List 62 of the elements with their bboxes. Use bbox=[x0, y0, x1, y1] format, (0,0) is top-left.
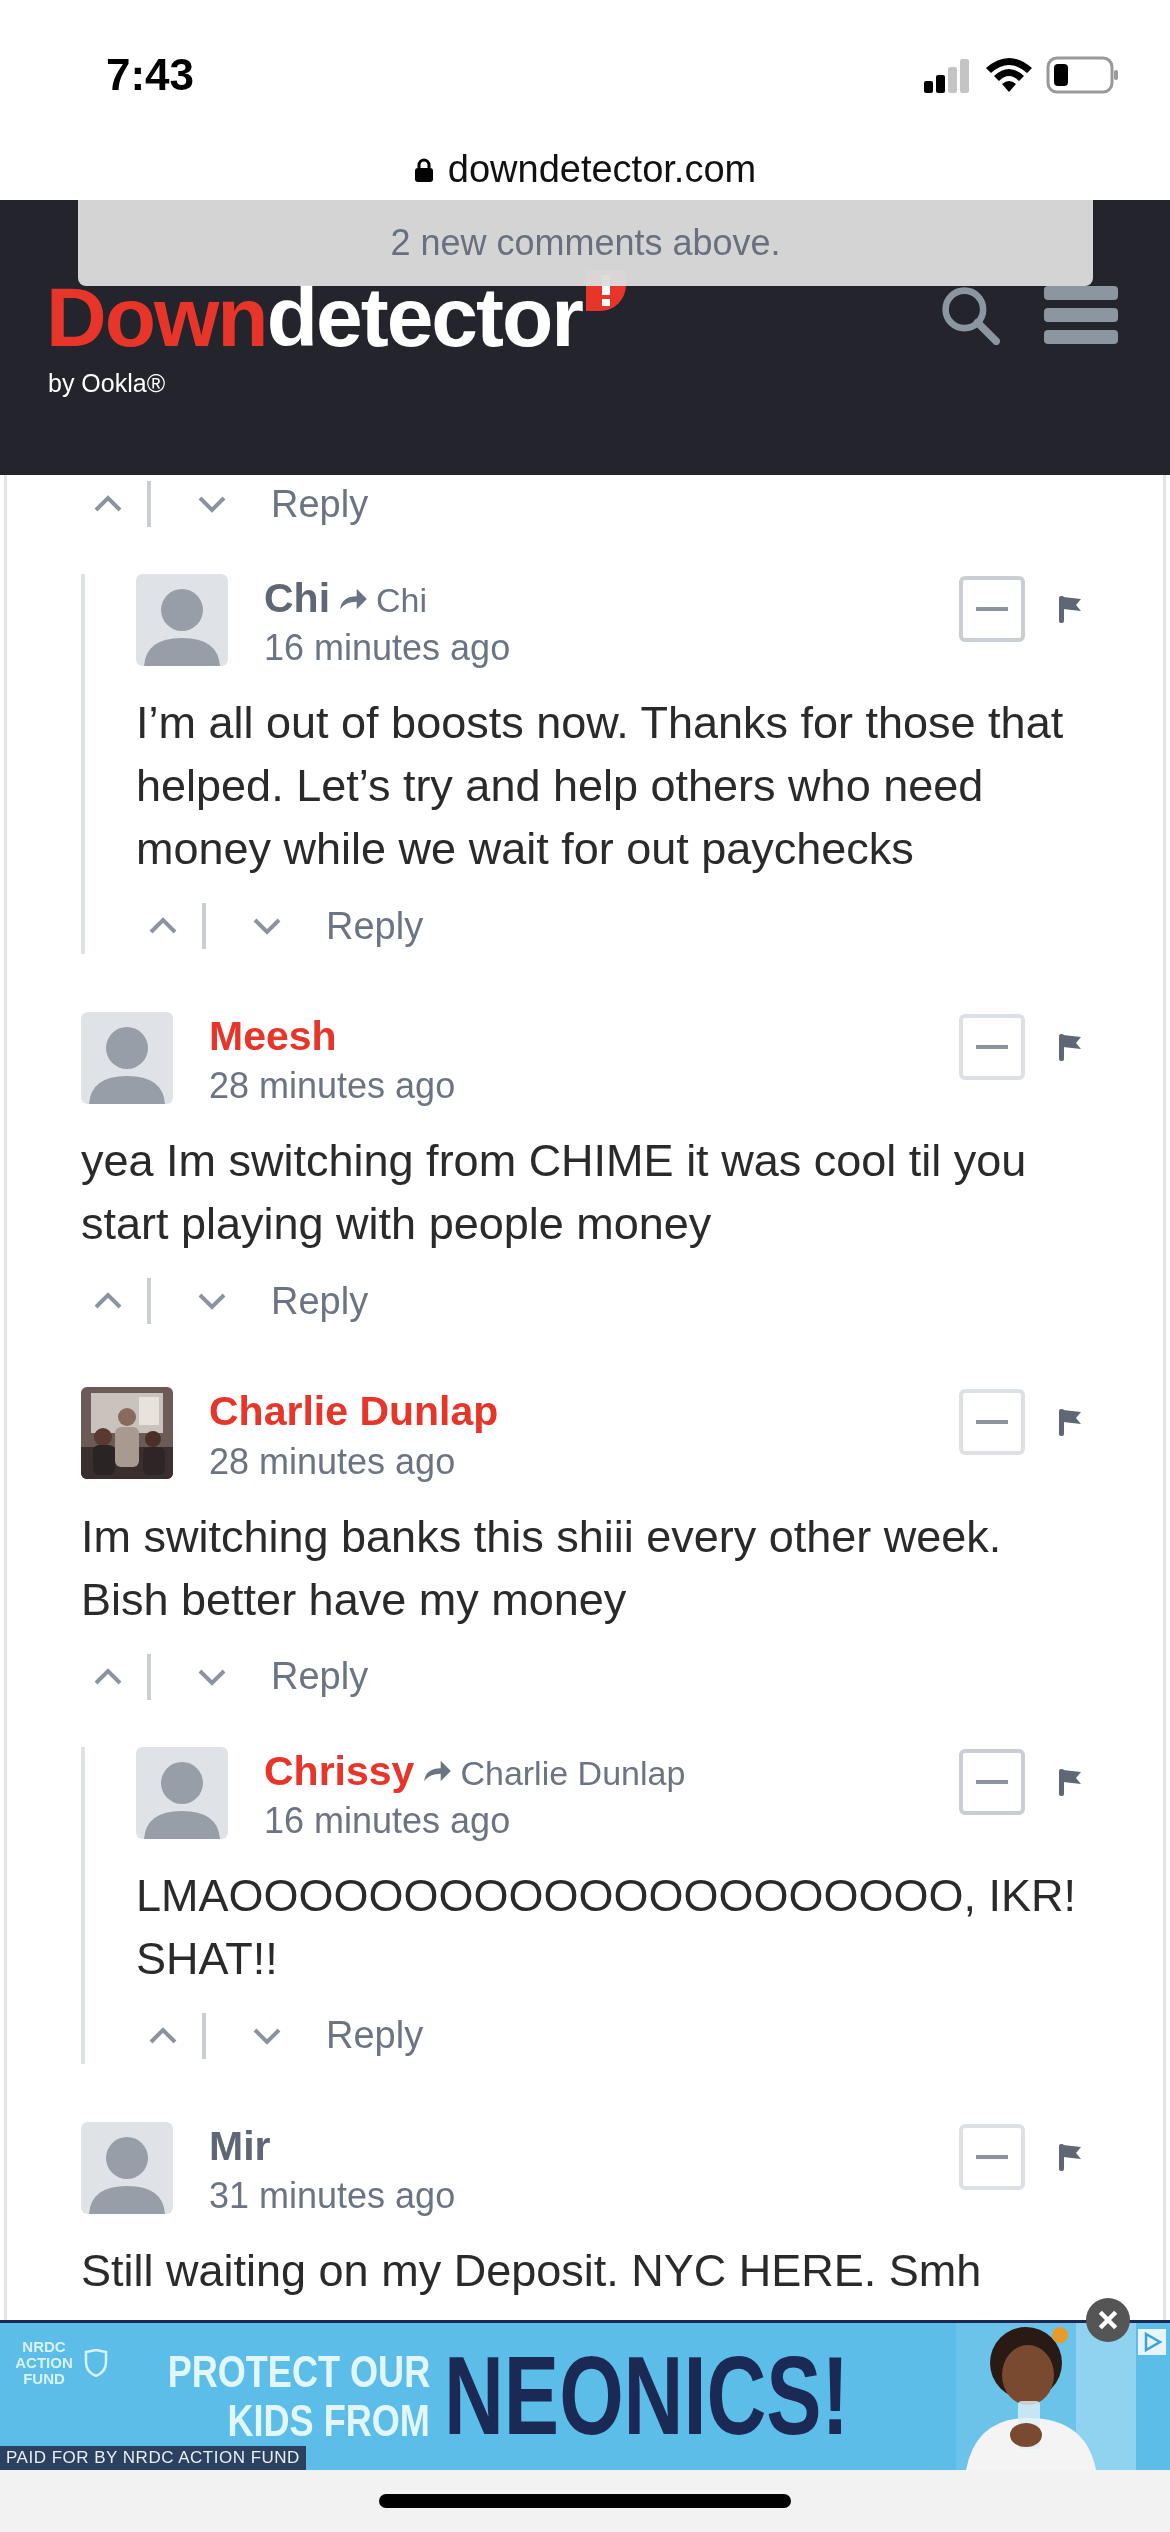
flag-icon[interactable] bbox=[1057, 594, 1083, 624]
ad-headline: PROTECT OUR bbox=[167, 2348, 430, 2397]
reply-link[interactable]: Reply bbox=[326, 2014, 424, 2058]
shield-icon bbox=[84, 2349, 108, 2377]
comment-text: yea Im switching from CHIME it was cool til you start playing with people money bbox=[81, 1134, 1028, 1252]
comment-time: 16 minutes ago bbox=[264, 1799, 512, 1842]
avatar-icon bbox=[136, 574, 228, 666]
search-icon[interactable] bbox=[940, 285, 1000, 345]
avatar-icon bbox=[136, 1746, 228, 1839]
logo-subtitle: by Ookla® bbox=[48, 369, 167, 398]
downvote-icon[interactable] bbox=[252, 916, 282, 937]
ad-logo: NRDC ACTION FUND bbox=[14, 2339, 74, 2387]
comment-text: Still waiting on my Deposit. NYC HERE. Smh bbox=[81, 2243, 983, 2298]
battery-icon bbox=[1046, 56, 1120, 94]
upvote-icon[interactable] bbox=[93, 1666, 123, 1687]
downvote-icon[interactable] bbox=[197, 1291, 227, 1312]
upvote-icon[interactable] bbox=[148, 2025, 178, 2046]
collapse-button[interactable] bbox=[959, 1748, 1025, 1815]
url-text[interactable]: downdetector.com bbox=[447, 150, 757, 188]
flag-icon[interactable] bbox=[1057, 2141, 1083, 2172]
reply-link[interactable]: Reply bbox=[271, 482, 369, 526]
ad-choices-icon[interactable] bbox=[1138, 2329, 1166, 2355]
reply-arrow-icon bbox=[422, 1759, 453, 1784]
reply-link[interactable]: Reply bbox=[271, 1655, 369, 1699]
author-name[interactable]: Mir bbox=[209, 2121, 271, 2171]
collapse-button[interactable] bbox=[959, 576, 1025, 642]
avatar-icon bbox=[81, 2121, 173, 2214]
ad-headline: KIDS FROM bbox=[227, 2396, 430, 2445]
reply-to-name[interactable]: Charlie Dunlap bbox=[460, 1753, 686, 1793]
ad-disclaimer: PAID FOR BY NRDC ACTION FUND bbox=[0, 2446, 306, 2470]
status-time: 7:43 bbox=[106, 50, 195, 100]
avatar-icon bbox=[81, 1012, 173, 1105]
menu-icon[interactable] bbox=[1044, 286, 1118, 344]
reply-link[interactable]: Reply bbox=[271, 1279, 369, 1323]
comment-text: Im switching banks this shiii every other week. Bish better have my money bbox=[81, 1509, 1003, 1627]
author-name[interactable]: Meesh bbox=[209, 1012, 337, 1062]
flag-icon[interactable] bbox=[1057, 1407, 1083, 1438]
author-name[interactable]: Chi bbox=[264, 574, 331, 624]
downvote-icon[interactable] bbox=[197, 494, 227, 514]
comment-text: LMAOOOOOOOOOOOOOOOOOOOOO, IKR! SHAT!! bbox=[136, 1868, 1078, 1986]
close-icon bbox=[1097, 2309, 1119, 2331]
reply-to-name[interactable]: Chi bbox=[376, 581, 428, 620]
reply-link[interactable]: Reply bbox=[326, 904, 424, 948]
lock-icon bbox=[413, 158, 434, 182]
comment-time: 28 minutes ago bbox=[209, 1065, 457, 1108]
wifi-icon bbox=[984, 56, 1034, 94]
upvote-icon[interactable] bbox=[93, 494, 123, 514]
signal-icon bbox=[922, 57, 972, 93]
author-name[interactable]: Chrissy bbox=[264, 1746, 415, 1796]
collapse-button[interactable] bbox=[959, 1389, 1025, 1456]
comment-text: I’m all out of boosts now. Thanks for those that helped. Let’s try and help others who need money while we wait for out paychecks bbox=[136, 696, 1065, 877]
collapse-button[interactable] bbox=[959, 2123, 1025, 2190]
close-button[interactable] bbox=[1086, 2298, 1130, 2342]
new-comments-toast[interactable]: 2 new comments above. bbox=[78, 200, 1093, 286]
comment-time: 28 minutes ago bbox=[209, 1440, 457, 1483]
author-name[interactable]: Charlie Dunlap bbox=[209, 1387, 499, 1437]
flag-icon[interactable] bbox=[1057, 1032, 1083, 1063]
comment-time: 16 minutes ago bbox=[264, 627, 512, 670]
ad-title: NEONICS! bbox=[444, 2332, 850, 2461]
flag-icon[interactable] bbox=[1057, 1766, 1083, 1797]
collapse-button[interactable] bbox=[959, 1014, 1025, 1081]
comment-time: 31 minutes ago bbox=[209, 2174, 457, 2217]
